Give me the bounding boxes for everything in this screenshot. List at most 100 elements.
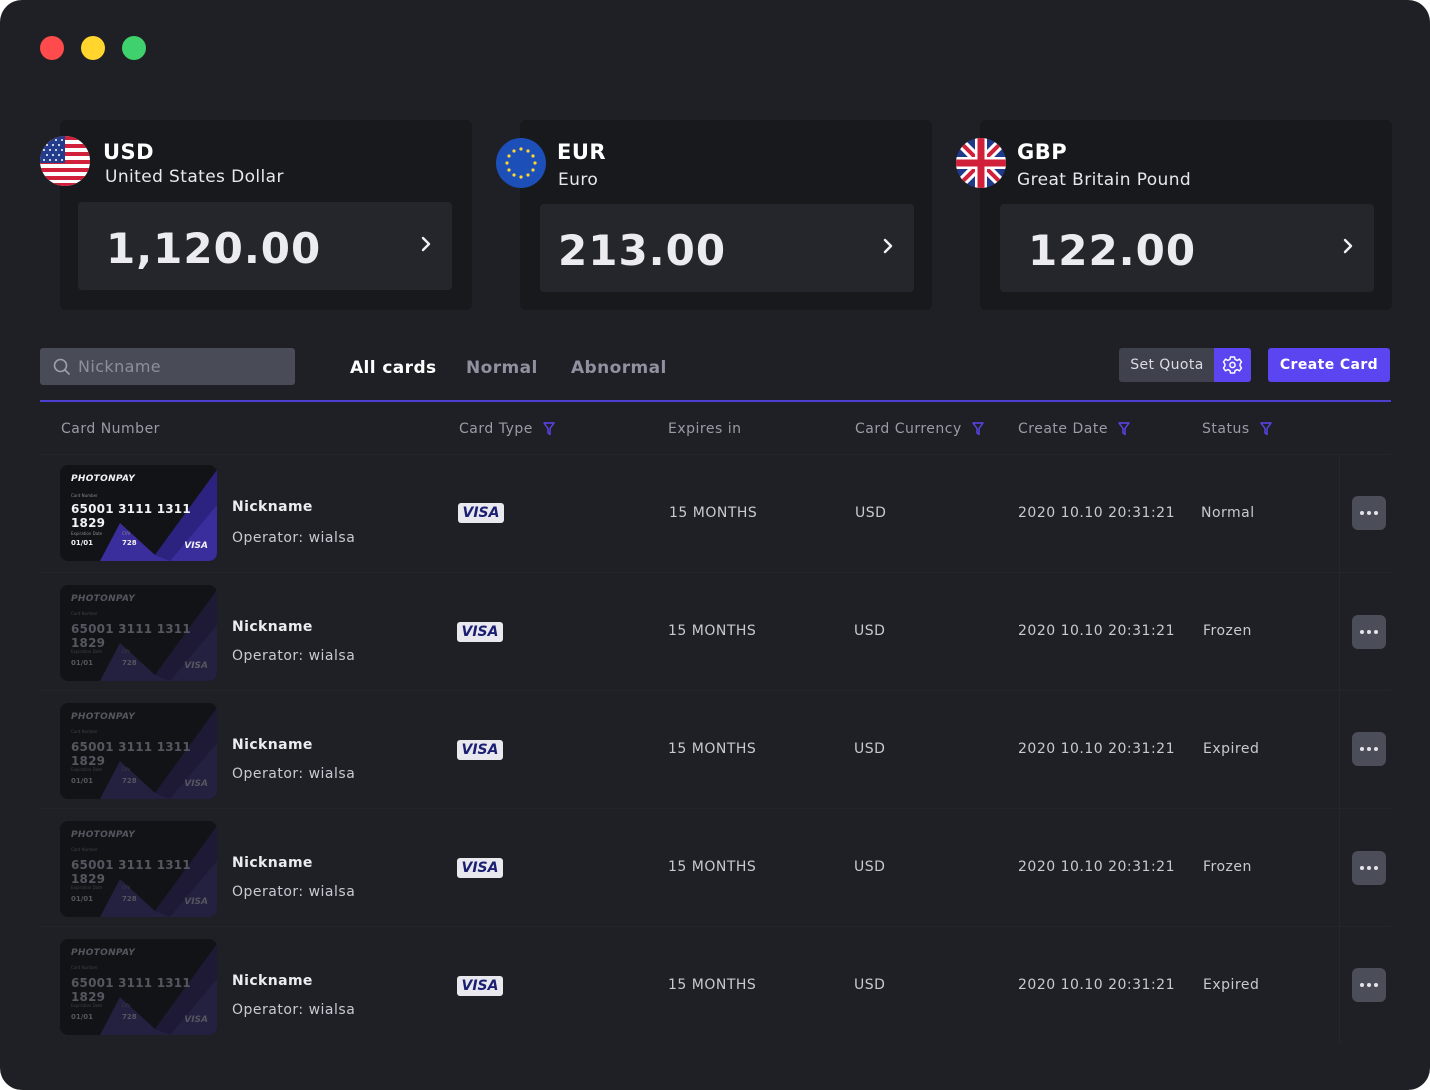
close-window-button[interactable] — [40, 36, 64, 60]
card-operator: Operator: wialsa — [232, 766, 356, 782]
balance-value: 122.00 — [1028, 226, 1197, 275]
create-card-button[interactable]: Create Card — [1268, 348, 1390, 382]
quota-settings-button[interactable] — [1214, 348, 1251, 382]
table-row[interactable]: PHOTONPAY Card Number 65001 3111 1311 18… — [40, 572, 1391, 690]
column-header-create-date: Create Date — [1018, 421, 1130, 437]
currency-name: United States Dollar — [105, 167, 284, 187]
create-date: 2020 10.10 20:31:21 — [1018, 741, 1175, 757]
column-header-expires-in: Expires in — [668, 421, 742, 437]
card-operator: Operator: wialsa — [232, 884, 356, 900]
filter-icon[interactable] — [972, 422, 984, 436]
card-brand: PHOTONPAY — [71, 830, 136, 840]
column-header-card-number: Card Number — [61, 421, 160, 437]
more-actions-button[interactable] — [1352, 496, 1386, 530]
status-label: Expired — [1203, 977, 1260, 993]
card-number: 65001 3111 1311 1829 — [71, 622, 191, 650]
card-expiry-caption: Expiration Date — [71, 885, 103, 890]
card-expiry-caption: Expiration Date — [71, 1003, 103, 1008]
search-input[interactable] — [78, 348, 288, 385]
status-label: Frozen — [1203, 859, 1252, 875]
card-expiry: 01/01 — [71, 1013, 94, 1021]
visa-logo-icon: VISA — [457, 622, 503, 642]
balance-value: 213.00 — [558, 226, 727, 275]
card-network: VISA — [184, 779, 208, 789]
maximize-window-button[interactable] — [122, 36, 146, 60]
currency-name: Euro — [558, 170, 599, 190]
more-actions-button[interactable] — [1352, 851, 1386, 885]
more-actions-button[interactable] — [1352, 732, 1386, 766]
card-network: VISA — [184, 897, 208, 907]
column-header-card-type: Card Type — [459, 421, 555, 437]
visa-logo-icon: VISA — [457, 858, 503, 878]
tab-all-cards[interactable]: All cards — [350, 358, 437, 378]
create-date: 2020 10.10 20:31:21 — [1018, 623, 1175, 639]
tab-normal[interactable]: Normal — [466, 358, 538, 378]
set-quota-button[interactable]: Set Quota — [1119, 348, 1215, 382]
filter-icon[interactable] — [1118, 422, 1130, 436]
create-date: 2020 10.10 20:31:21 — [1018, 977, 1175, 993]
minimize-window-button[interactable] — [81, 36, 105, 60]
visa-logo-icon: VISA — [457, 976, 503, 996]
card-nickname: Nickname — [232, 619, 313, 635]
card-currency: USD — [854, 741, 886, 757]
ellipsis-icon — [1360, 630, 1364, 634]
table-row[interactable]: PHOTONPAY Card Number 65001 3111 1311 18… — [40, 926, 1391, 1044]
card-cvv: 728 — [122, 1013, 137, 1021]
card-currency: USD — [855, 505, 887, 521]
column-header-status: Status — [1202, 421, 1272, 437]
card-cvv-caption: CVV — [122, 767, 131, 772]
card-thumbnail: PHOTONPAY Card Number 65001 3111 1311 18… — [60, 821, 217, 917]
chevron-right-icon — [1343, 238, 1353, 254]
card-brand: PHOTONPAY — [71, 594, 136, 604]
card-expiry: 01/01 — [71, 777, 94, 785]
card-network: VISA — [184, 661, 208, 671]
card-expiry-caption: Expiration Date — [71, 767, 103, 772]
card-cvv-caption: CVV — [122, 531, 131, 536]
card-nickname: Nickname — [232, 499, 313, 515]
expires-in: 15 MONTHS — [668, 623, 757, 639]
search-icon — [53, 358, 70, 375]
ellipsis-icon — [1360, 866, 1364, 870]
more-actions-button[interactable] — [1352, 615, 1386, 649]
card-number-caption: Card Number — [71, 965, 98, 970]
card-expiry: 01/01 — [71, 659, 94, 667]
card-cvv-caption: CVV — [122, 885, 131, 890]
card-nickname: Nickname — [232, 737, 313, 753]
card-brand: PHOTONPAY — [71, 474, 136, 484]
tab-abnormal[interactable]: Abnormal — [571, 358, 667, 378]
table-row[interactable]: PHOTONPAY Card Number 65001 3111 1311 18… — [40, 690, 1391, 808]
card-currency: USD — [854, 623, 886, 639]
card-cvv: 728 — [122, 777, 137, 785]
card-network: VISA — [184, 541, 208, 551]
card-number-caption: Card Number — [71, 493, 98, 498]
card-cvv-caption: CVV — [122, 649, 131, 654]
app-window: 1,120.00 USD United States Dollar 213.00… — [0, 0, 1430, 1090]
ellipsis-icon — [1360, 983, 1364, 987]
card-number: 65001 3111 1311 1829 — [71, 858, 191, 886]
us-flag-icon — [40, 136, 90, 186]
filter-icon[interactable] — [543, 422, 555, 436]
column-header-card-currency: Card Currency — [855, 421, 984, 437]
balance-box-eur[interactable]: 213.00 — [540, 204, 914, 292]
card-nickname: Nickname — [232, 855, 313, 871]
more-actions-button[interactable] — [1352, 968, 1386, 1002]
card-expiry-caption: Expiration Date — [71, 531, 103, 536]
card-currency: USD — [854, 859, 886, 875]
card-cvv-caption: CVV — [122, 1003, 131, 1008]
expires-in: 15 MONTHS — [669, 505, 758, 521]
table-row[interactable]: PHOTONPAY Card Number 65001 3111 1311 18… — [40, 454, 1391, 572]
table-row[interactable]: PHOTONPAY Card Number 65001 3111 1311 18… — [40, 808, 1391, 926]
card-expiry: 01/01 — [71, 895, 94, 903]
window-controls — [40, 36, 146, 60]
filter-icon[interactable] — [1259, 422, 1272, 436]
card-cvv: 728 — [122, 659, 137, 667]
search-box — [40, 348, 295, 385]
cards-table: Card Number Card Type Expires in Card Cu… — [40, 402, 1391, 1044]
card-expiry: 01/01 — [71, 539, 94, 547]
balance-box-usd[interactable]: 1,120.00 — [78, 202, 452, 290]
balance-box-gbp[interactable]: 122.00 — [1000, 204, 1374, 292]
currency-name: Great Britain Pound — [1017, 170, 1192, 190]
card-currency: USD — [854, 977, 886, 993]
visa-logo-icon: VISA — [458, 503, 504, 523]
card-thumbnail: PHOTONPAY Card Number 65001 3111 1311 18… — [60, 465, 217, 561]
